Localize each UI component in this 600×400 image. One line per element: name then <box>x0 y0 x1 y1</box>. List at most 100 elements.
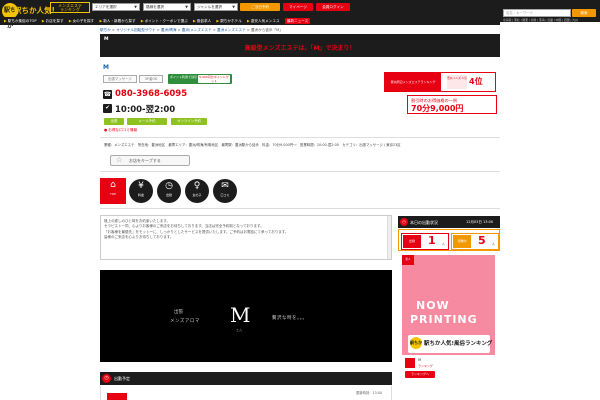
side-status-date: 12月03日 13:00 <box>466 219 494 224</box>
region-links[interactable]: 北海道 | 東北 | 関東 | 北陸 | 東海 | 近畿 | 中国 | 四国 |… <box>503 18 598 22</box>
nav-item-new[interactable]: ▶新人・新着から探す <box>99 17 135 25</box>
nav-item-points[interactable]: ▶ポイント・クーポンで選ぶ <box>141 17 188 25</box>
price-box[interactable]: 割引時のお得価格の一例 70分9,000円 <box>407 95 497 114</box>
search-button[interactable]: 検索 <box>572 9 596 17</box>
point-note[interactable]: ● お得な口コミ情報 <box>104 128 137 133</box>
phone-number[interactable]: 080-3968-6095 <box>115 89 187 99</box>
same-day-button[interactable]: ご当日予約 <box>240 3 280 11</box>
tab-label: 料金 <box>137 193 144 197</box>
new-ribbon: 新人 <box>402 255 414 265</box>
shop-bar-label: M <box>104 37 109 42</box>
clock-icon: ◷ <box>102 374 111 383</box>
point-badge-value: 5,000円分ポイントゲット <box>198 75 230 83</box>
schedule-day-tab[interactable] <box>107 393 127 400</box>
breadcrumb-item[interactable]: 豊洲/晴海 <box>161 28 177 32</box>
info-icon: ● <box>104 128 108 132</box>
line-select[interactable]: 路線を選択 ▼ <box>143 3 191 11</box>
shop-name[interactable]: M <box>103 64 109 71</box>
banner-line-2: メンズアロマ <box>170 319 200 324</box>
schedule-title: 出勤予定 <box>114 376 130 381</box>
line-select-value: 路線を選択 <box>146 5 164 9</box>
side-status-stats: 出勤 1 人 待機中 5 人 <box>398 229 500 251</box>
chevron-right-icon: ▶ <box>41 19 45 23</box>
chevron-right-icon: ▶ <box>216 19 220 23</box>
nav-item-news[interactable]: 最新ニュース <box>284 18 311 24</box>
genre-select-value: ジャンルを選択 <box>197 5 222 9</box>
chevron-right-icon: ▶ <box>68 19 72 23</box>
female-icon: ♀ <box>193 181 201 191</box>
girl-thumb[interactable] <box>405 358 415 368</box>
tab-top[interactable]: ⌂ TOP <box>100 178 126 204</box>
stat-label: 出勤 <box>403 235 421 248</box>
price-value: 70分9,000円 <box>411 104 464 113</box>
breadcrumb-item[interactable]: オリジナル回転型サウナ <box>116 28 156 32</box>
now-printing-line-2: PRINTING <box>410 313 478 326</box>
tag-dispatch: 出張 <box>104 118 124 125</box>
home-icon: ⌂ <box>110 180 116 190</box>
breadcrumb-item[interactable]: 豊洲/メンズエステ <box>182 28 212 32</box>
catch-copy: 高級型メンズエステは、「M」で決まり！ <box>244 45 356 52</box>
chevron-down-icon: ▼ <box>232 5 235 9</box>
logo-text: 駅ちか人気! <box>14 6 55 15</box>
tab-review[interactable]: ✉ 口コミ <box>213 179 237 203</box>
stat-value: 1 <box>428 234 436 247</box>
girl-ranking-button[interactable]: ランキングへ <box>405 371 435 378</box>
mypage-button[interactable]: マイページ <box>283 3 313 11</box>
point-badge[interactable]: ポイント利用で割引 5,000円分ポイントゲット <box>168 74 232 84</box>
schedule-update-time: 更新時刻：13:00 <box>356 391 382 395</box>
girl-info: M ランキング ランキングへ <box>402 355 495 400</box>
chevron-right-icon: ▶ <box>247 19 250 23</box>
check-icon: ✔ <box>103 104 112 113</box>
message-scrollbar[interactable] <box>387 216 391 259</box>
girl-name: M <box>418 358 422 362</box>
nav-item-shops[interactable]: ▶お店を探す <box>42 17 64 25</box>
breadcrumb-item[interactable]: 豊洲メンズエステ <box>217 28 246 32</box>
divider <box>100 137 500 138</box>
tab-label: TOP <box>109 192 116 196</box>
breadcrumb-current: 豊洲から徒歩「M」 <box>250 28 283 32</box>
login-button[interactable]: 会員ログイン <box>316 3 350 11</box>
schedule-header: ◷ 出勤予定 <box>100 372 392 385</box>
tab-price[interactable]: ¥ 料金 <box>129 179 153 203</box>
now-printing-line-1: NOW <box>416 299 450 312</box>
nav-item-top[interactable]: ▶駅ちか風俗のTOP <box>4 17 37 25</box>
stat-value: 5 <box>478 234 486 247</box>
ranking-banner[interactable]: 駅ちか 駅ちか人気!風俗ランキング <box>408 335 493 353</box>
nav-item-hotel[interactable]: ▶駅ちかホテル <box>216 17 241 25</box>
tag-online: オンライン予約 <box>171 118 207 125</box>
keep-shop-button[interactable]: ☆ お店をキープする <box>110 155 190 166</box>
tab-girls[interactable]: ♀ 女の子 <box>185 179 209 203</box>
side-status-title: 本日の出勤状況 <box>410 219 438 225</box>
chevron-down-icon: ▼ <box>134 5 137 9</box>
ranking-banner-text: 駅ちか人気!風俗ランキング <box>424 341 493 347</box>
shop-info-line: 業種：メンズエステ 所在地：豊洲地区 最寄エリア：豊洲/晴海/有明地区 最寄駅：… <box>104 143 401 147</box>
shop-message[interactable]: 極上の癒しのひと時をお約束いたします。 セラピスト一同、心よりお客様のご来店をお… <box>100 215 392 260</box>
stat-waiting: 待機中 5 人 <box>451 233 499 250</box>
genre-label[interactable]: メンズエステ ランキング <box>50 2 90 13</box>
nav-item-cheap[interactable]: ▶激安人気メンエス <box>247 17 280 25</box>
badge-3p: 3P者OK <box>139 75 163 83</box>
area-select[interactable]: エリアを選択 ▼ <box>92 3 140 11</box>
tag-mail: メール予約 <box>127 118 167 125</box>
star-icon: ☆ <box>116 156 123 164</box>
nav-item-girls[interactable]: ▶女の子を探す <box>69 17 94 25</box>
shop-title-bar: M 高級型メンズエステは、「M」で決まり！ <box>100 34 500 57</box>
breadcrumb-item[interactable]: 駅ちか <box>100 28 111 32</box>
keep-shop-label: お店をキープする <box>129 158 161 163</box>
tab-label: 出勤 <box>165 193 172 197</box>
divider <box>100 208 500 209</box>
nav-item-jobs[interactable]: ▶風俗求人 <box>193 17 211 25</box>
girl-rank: ランキング <box>418 364 433 368</box>
tab-schedule[interactable]: ◷ 出勤 <box>157 179 181 203</box>
rank-box[interactable]: 豊洲周辺メンズエステランキング 豊洲 メンズ 人気 4位 <box>384 72 496 92</box>
tab-label: 女の子 <box>192 193 202 197</box>
search-input[interactable]: 店名・キーワード <box>503 9 571 17</box>
side-status-header: ◷ 本日の出勤状況 12月03日 13:00 <box>398 216 500 228</box>
point-badge-label: ポイント利用で割引 <box>170 75 198 79</box>
genre-select[interactable]: ジャンルを選択 ▼ <box>194 3 238 11</box>
phone-icon: ☎ <box>103 90 112 99</box>
rank-label: 豊洲周辺メンズエステランキング <box>385 73 441 91</box>
area-select-value: エリアを選択 <box>95 5 117 9</box>
stat-label: 待機中 <box>453 235 471 248</box>
business-hours: 10:00-翌2:00 <box>115 105 176 115</box>
